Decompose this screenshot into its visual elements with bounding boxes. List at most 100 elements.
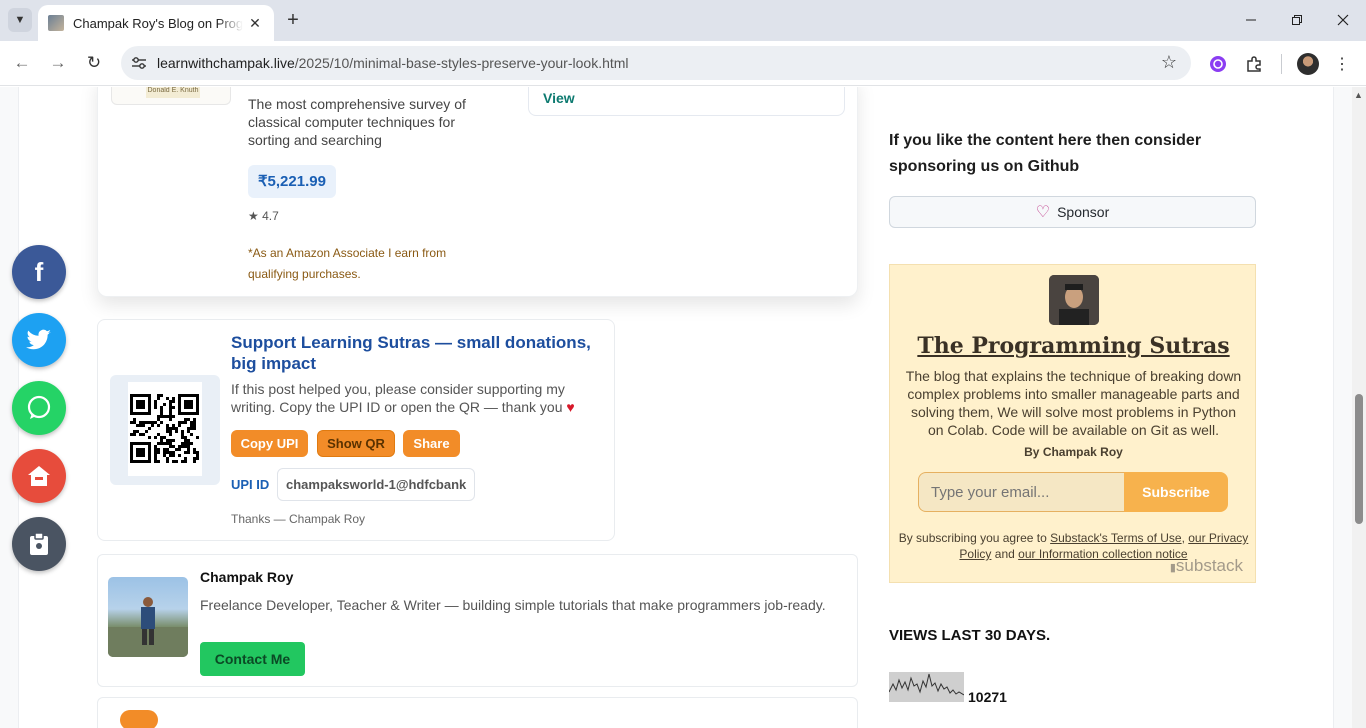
next-card [97,697,858,728]
copy-upi-button[interactable]: Copy UPI [231,430,308,457]
author-photo-art [108,597,188,657]
arrow-left-icon: ← [13,53,31,72]
support-text: If this post helped you, please consider… [231,380,609,416]
substack-avatar-art [1049,275,1099,325]
url-host: learnwithchampak.live [157,55,295,71]
bookmark-star-icon[interactable]: ☆ [1161,52,1177,73]
extension-icon[interactable] [1207,53,1229,75]
minimize-icon [1246,19,1256,21]
facebook-share-button[interactable]: f [12,245,66,299]
extension-badge-icon [1210,56,1226,72]
vertical-scrollbar[interactable]: ▲ [1352,87,1366,728]
support-thanks: Thanks — Champak Roy [231,512,366,526]
upi-id-value[interactable]: champaksworld-1@hdfcbank [277,468,476,501]
author-name: Champak Roy [200,569,294,585]
product-view-box: View [528,87,845,116]
close-window-button[interactable] [1320,6,1366,34]
restore-button[interactable] [1274,6,1320,34]
chevron-down-icon: ▼ [14,14,26,26]
clipboard-icon [30,532,48,555]
forward-button[interactable]: → [45,51,71,75]
substack-logo-text: substack [1175,556,1243,575]
profile-button[interactable] [1297,53,1319,75]
reload-button[interactable]: ↻ [81,51,107,75]
product-description: The most comprehensive survey of classic… [248,96,466,148]
url-text[interactable]: learnwithchampak.live/2025/10/minimal-ba… [157,55,629,71]
scrollbar-thumb[interactable] [1355,394,1363,524]
toolbar-divider [1281,54,1282,74]
terms-and: and [991,547,1019,561]
close-icon [1337,14,1349,26]
back-button[interactable]: ← [9,51,35,75]
tune-icon [132,57,146,69]
arrow-right-icon: → [49,53,67,72]
home-share-button[interactable] [12,449,66,503]
contact-me-button[interactable]: Contact Me [200,642,305,676]
favicon-icon [48,15,64,31]
support-card: Support Learning Sutras — small donation… [97,319,615,541]
qr-code-box[interactable] [110,375,220,485]
reload-icon: ↻ [86,53,102,72]
book-cover-image[interactable]: Donald E. Knuth [111,87,231,105]
tab-search-button[interactable]: ▼ [8,8,32,32]
close-tab-icon[interactable]: ✕ [246,15,264,32]
share-button[interactable]: Share [403,430,460,457]
show-qr-button[interactable]: Show QR [317,430,395,457]
substack-title[interactable]: The Programming Sutras [890,333,1257,359]
twitter-icon [26,329,51,350]
twitter-share-button[interactable] [12,313,66,367]
upi-id-label: UPI ID [231,477,270,492]
support-title: Support Learning Sutras — small donation… [231,333,591,373]
author-photo [108,577,188,657]
kebab-menu-icon: ⋮ [1334,56,1350,73]
product-rating: ★ 4.7 [248,209,279,223]
scroll-up-arrow-icon[interactable]: ▲ [1354,90,1363,100]
views-heading: VIEWS LAST 30 DAYS. [889,627,1051,644]
heart-outline-icon: ♡ [1035,204,1051,221]
active-tab[interactable]: Champak Roy's Blog on Programming ✕ [38,5,274,41]
extensions-button[interactable] [1243,53,1265,75]
facebook-icon: f [34,256,44,287]
avatar [1297,53,1319,75]
qr-code-image [128,382,202,476]
url-path: /2025/10/minimal-base-styles-preserve-yo… [294,55,629,71]
new-tab-button[interactable]: + [282,8,304,32]
substack-byline: By Champak Roy [1024,445,1123,459]
substack-avatar [1049,275,1099,325]
views-sparkline [888,672,965,702]
terms-prefix: By subscribing you agree to [898,531,1051,545]
sparkline-chart [888,673,965,696]
whatsapp-share-button[interactable] [12,381,66,435]
site-info-icon[interactable] [129,53,149,73]
browser-menu-button[interactable]: ⋮ [1331,53,1353,75]
author-card: Champak Roy Freelance Developer, Teacher… [97,554,858,687]
email-input[interactable] [918,472,1124,512]
affiliate-disclaimer: *As an Amazon Associate I earn from qual… [248,246,447,281]
substack-description: The blog that explains the technique of … [905,368,1242,438]
subscribe-button[interactable]: Subscribe [1124,472,1228,512]
tab-strip: ▼ Champak Roy's Blog on Programming ✕ + [0,0,1366,41]
product-price: ₹5,221.99 [248,165,336,198]
terms-of-use-link[interactable]: Substack's Terms of Use [1050,531,1181,545]
substack-logo[interactable]: ▮substack [1170,556,1243,576]
sponsor-heading: If you like the content here then consid… [889,132,1202,175]
minimize-button[interactable] [1228,6,1274,34]
page-viewport: Donald E. Knuth The most comprehensive s… [0,87,1366,728]
sponsor-button[interactable]: ♡ Sponsor [889,196,1256,228]
address-bar[interactable]: learnwithchampak.live/2025/10/minimal-ba… [121,46,1191,80]
book-cover-caption: Donald E. Knuth [146,87,200,98]
tab-title: Champak Roy's Blog on Programming [73,15,243,31]
view-product-link[interactable]: View [543,90,575,106]
info-collection-link[interactable]: our Information collection notice [1018,547,1187,561]
product-card: Donald E. Knuth The most comprehensive s… [97,87,858,297]
heart-icon: ♥ [566,399,575,415]
substack-widget: The Programming Sutras The blog that exp… [889,264,1256,583]
browser-toolbar: ← → ↻ learnwithchampak.live/2025/10/mini… [0,41,1366,86]
restore-icon [1292,15,1302,25]
clipboard-share-button[interactable] [12,517,66,571]
whatsapp-icon [27,395,51,419]
next-card-button[interactable] [120,710,158,728]
author-bio: Freelance Developer, Teacher & Writer — … [200,597,826,613]
home-icon [28,466,50,486]
qr-code-icon [130,394,199,463]
